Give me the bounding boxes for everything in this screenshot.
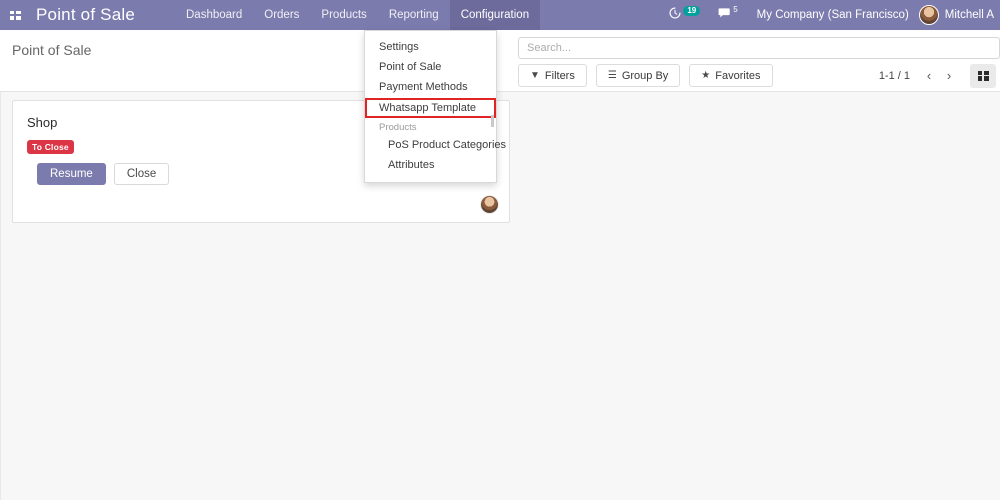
filter-icon: ▼ [530, 70, 540, 81]
user-avatar [480, 195, 499, 214]
user-avatar [919, 5, 939, 25]
group-by-button[interactable]: ☰ Group By [596, 64, 680, 87]
menu-item-point-of-sale[interactable]: Point of Sale [365, 57, 496, 77]
navbar-menu: Dashboard Orders Products Reporting Conf… [175, 0, 540, 30]
menu-section-products: Products [365, 119, 496, 135]
chat-bubble-icon [718, 7, 731, 19]
odoo-pos-dashboard: Point of Sale Dashboard Orders Products … [0, 0, 1000, 500]
activity-menu-button[interactable]: 19 [660, 0, 709, 30]
search-view[interactable] [518, 37, 1000, 59]
left-edge-divider [0, 30, 1, 500]
menu-item-whatsapp-template[interactable]: Whatsapp Template [365, 98, 496, 118]
activity-count-badge: 19 [683, 6, 700, 16]
user-menu-button[interactable]: Mitchell A [919, 5, 1000, 25]
top-navbar: Point of Sale Dashboard Orders Products … [0, 0, 1000, 30]
kanban-view-icon [978, 71, 989, 81]
brand-title[interactable]: Point of Sale [30, 5, 143, 25]
pager-counter: 1-1 / 1 [879, 70, 918, 82]
menu-item-pos-product-categories[interactable]: PoS Product Categories [365, 135, 496, 155]
page-title: Point of Sale [12, 42, 91, 58]
company-switcher[interactable]: My Company (San Francisco) [747, 9, 919, 21]
star-icon: ★ [701, 70, 710, 81]
navbar-right-tools: 19 5 My Company (San Francisco) Mitchell… [660, 0, 1000, 30]
nav-item-dashboard[interactable]: Dashboard [175, 0, 253, 30]
kanban-view-button[interactable] [970, 64, 996, 88]
control-panel: ▼ Filters ☰ Group By ★ Favorites 1-1 / 1… [510, 30, 1000, 92]
apps-grid-icon [10, 11, 21, 20]
favorites-button[interactable]: ★ Favorites [689, 64, 772, 87]
messages-count-badge: 5 [733, 5, 737, 14]
chevron-left-icon[interactable]: ‹ [920, 66, 938, 86]
nav-item-reporting[interactable]: Reporting [378, 0, 450, 30]
control-panel-buttons: ▼ Filters ☰ Group By ★ Favorites 1-1 / 1… [518, 63, 996, 88]
menu-item-payment-methods[interactable]: Payment Methods [365, 77, 496, 97]
nav-item-configuration[interactable]: Configuration [450, 0, 540, 30]
close-session-button[interactable]: Close [114, 163, 169, 185]
pager: 1-1 / 1 ‹ › [879, 66, 958, 86]
filters-button[interactable]: ▼ Filters [518, 64, 587, 87]
messages-menu-button[interactable]: 5 [709, 0, 746, 30]
status-badge: To Close [27, 140, 74, 154]
scroll-indicator [491, 115, 494, 127]
nav-item-orders[interactable]: Orders [253, 0, 310, 30]
resume-button[interactable]: Resume [37, 163, 106, 185]
chevron-right-icon[interactable]: › [940, 66, 958, 86]
user-name-label: Mitchell A [945, 9, 994, 21]
card-actions: Resume Close [37, 163, 169, 185]
nav-item-products[interactable]: Products [310, 0, 377, 30]
configuration-dropdown-menu: Settings Point of Sale Payment Methods W… [364, 30, 497, 183]
menu-item-settings[interactable]: Settings [365, 37, 496, 57]
apps-menu-button[interactable] [0, 0, 30, 30]
search-input[interactable] [527, 42, 991, 54]
list-lines-icon: ☰ [608, 70, 617, 81]
menu-item-attributes[interactable]: Attributes [365, 155, 496, 175]
clock-activity-icon [669, 7, 681, 19]
filters-label: Filters [545, 70, 575, 82]
group-by-label: Group By [622, 70, 668, 82]
kanban-content-area: Shop To Close Resume Close [0, 92, 1000, 500]
favorites-label: Favorites [715, 70, 760, 82]
